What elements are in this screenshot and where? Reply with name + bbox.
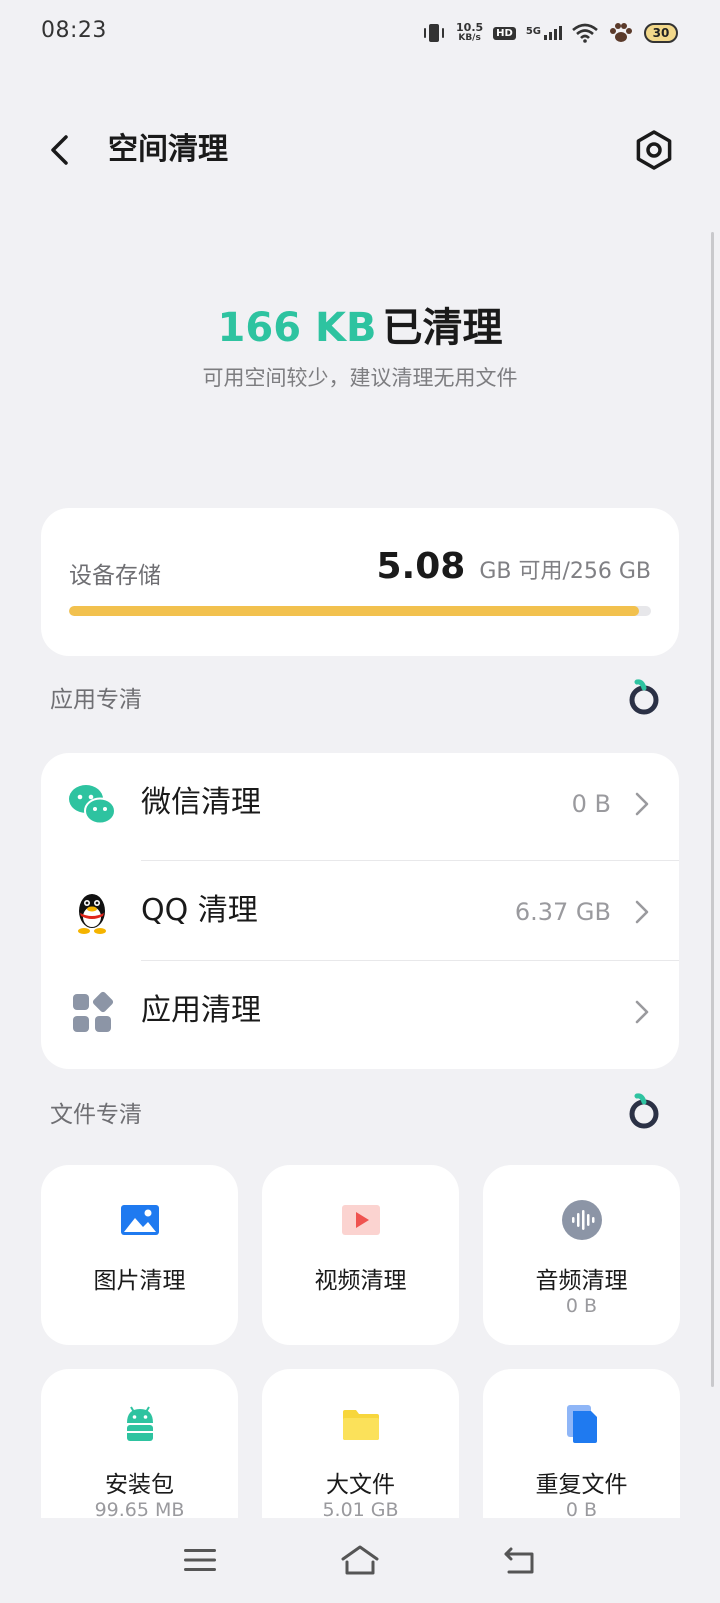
return-icon	[504, 1547, 534, 1574]
tile-label: 重复文件	[535, 1472, 628, 1498]
system-nav-bar	[0, 1518, 720, 1603]
battery-icon: 30	[644, 23, 678, 43]
scrollbar[interactable]	[711, 232, 714, 1387]
list-item-size: 6.37 GB	[514, 898, 611, 926]
video-icon	[342, 1205, 380, 1235]
tile-label: 视频清理	[314, 1268, 407, 1294]
top-app-bar: 空间清理	[0, 110, 720, 190]
cleaned-label: 已清理	[382, 305, 503, 351]
signal-icon: 5G	[526, 26, 562, 40]
brand-logo-icon	[629, 1093, 659, 1129]
duplicate-file-icon	[567, 1405, 597, 1443]
brand-logo-icon	[629, 679, 659, 715]
settings-button[interactable]	[630, 126, 678, 174]
apps-icon	[73, 991, 114, 1032]
status-bar: 08:23 10.5 KB/s HD 5G 30	[0, 0, 720, 64]
qq-icon	[78, 894, 106, 934]
chevron-right-icon	[635, 792, 649, 816]
list-item-label: 微信清理	[141, 785, 261, 820]
clean-summary: 166 KB 已清理 可用空间较少，建议清理无用文件	[0, 298, 720, 392]
clean-suggestion: 可用空间较少，建议清理无用文件	[202, 366, 518, 390]
cleaned-amount: 166 KB	[217, 305, 377, 351]
list-item-size: 0 B	[571, 790, 611, 818]
tile-video-clean[interactable]: 视频清理	[262, 1165, 459, 1345]
paw-icon	[610, 23, 632, 42]
audio-icon	[562, 1200, 602, 1240]
page-title: 空间清理	[108, 132, 228, 167]
list-item-label: QQ 清理	[141, 893, 258, 928]
vibrate-icon	[424, 24, 445, 42]
storage-progress-bar	[69, 606, 651, 616]
gear-icon	[636, 130, 672, 170]
folder-icon	[343, 1410, 379, 1440]
storage-free: 5.08	[376, 546, 466, 587]
tile-audio-clean[interactable]: 音频清理 0 B	[483, 1165, 680, 1345]
list-item-wechat[interactable]: 微信清理 0 B	[41, 753, 679, 853]
tile-size: 0 B	[565, 1295, 598, 1317]
tile-label: 大文件	[326, 1472, 395, 1498]
back-arrow-icon	[51, 135, 68, 165]
chevron-right-icon	[635, 1000, 649, 1024]
menu-icon	[184, 1549, 216, 1571]
storage-unit: GB 可用/256 GB	[479, 559, 651, 584]
tile-label: 安装包	[105, 1472, 174, 1498]
home-icon	[341, 1545, 379, 1575]
tile-label: 音频清理	[535, 1268, 628, 1294]
file-section-title: 文件专清	[50, 1102, 142, 1128]
chevron-right-icon	[635, 900, 649, 924]
storage-label: 设备存储	[69, 563, 161, 589]
wifi-icon	[572, 23, 598, 43]
app-clean-list: 微信清理 0 B QQ 清理 6.37 GB 应用清理	[41, 753, 679, 1069]
tile-label: 图片清理	[93, 1268, 186, 1294]
back-button[interactable]	[38, 128, 82, 172]
status-time: 08:23	[41, 18, 107, 43]
status-icons: 10.5 KB/s HD 5G 30	[422, 20, 678, 46]
net-speed: 10.5 KB/s	[456, 21, 484, 43]
image-icon	[121, 1205, 159, 1235]
tile-image-clean[interactable]: 图片清理	[41, 1165, 238, 1345]
storage-progress-fill	[69, 606, 640, 616]
nav-menu-button[interactable]	[170, 1538, 230, 1582]
storage-value: 5.08 GB 可用/256 GB	[377, 546, 652, 587]
device-storage-card[interactable]: 设备存储 5.08 GB 可用/256 GB	[41, 508, 679, 656]
android-icon	[127, 1406, 153, 1441]
nav-back-button[interactable]	[490, 1538, 550, 1582]
wechat-icon	[69, 785, 116, 825]
hd-badge: HD	[493, 26, 516, 40]
list-item-app-clean[interactable]: 应用清理	[41, 961, 679, 1061]
app-section-title: 应用专清	[50, 687, 142, 713]
list-item-label: 应用清理	[141, 993, 261, 1028]
list-item-qq[interactable]: QQ 清理 6.37 GB	[41, 861, 679, 961]
nav-home-button[interactable]	[330, 1538, 390, 1582]
